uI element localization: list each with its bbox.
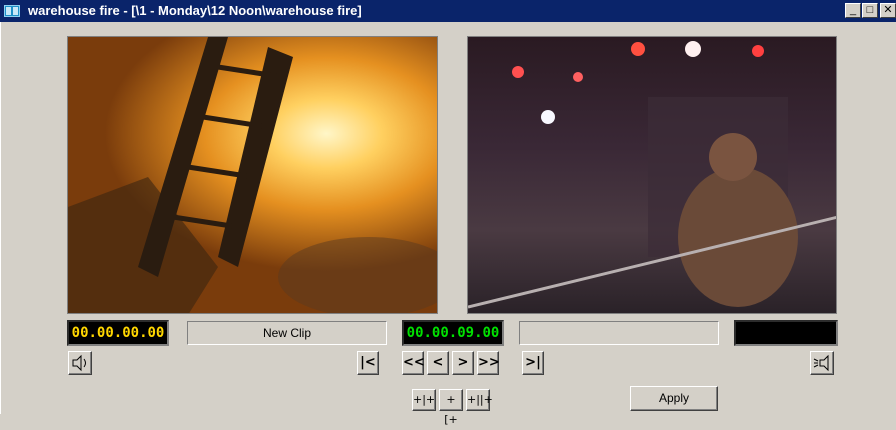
minimize-button[interactable]: _ xyxy=(845,3,861,18)
window-app-icon xyxy=(4,5,20,17)
fast-forward-button[interactable]: >> xyxy=(477,351,500,375)
splice-left-button[interactable]: +|+ xyxy=(412,389,436,411)
output-speaker-icon xyxy=(813,354,829,372)
output-button[interactable] xyxy=(810,351,834,375)
audio-button[interactable] xyxy=(68,351,92,375)
record-video-viewer[interactable] xyxy=(467,36,837,314)
window-title: warehouse fire - [\1 - Monday\12 Noon\wa… xyxy=(28,3,362,18)
close-button[interactable]: ✕ xyxy=(880,3,896,18)
title-bar[interactable]: warehouse fire - [\1 - Monday\12 Noon\wa… xyxy=(0,0,896,22)
clip-name-field[interactable]: New Clip xyxy=(187,321,387,345)
record-duration-display xyxy=(734,320,838,346)
source-timecode: 00.00.00.00 xyxy=(67,320,169,346)
source-video-viewer[interactable] xyxy=(67,36,438,314)
record-frame-image xyxy=(468,41,836,309)
splice-center-button[interactable]: +[+ xyxy=(439,389,463,426)
speaker-icon xyxy=(72,354,86,372)
record-clip-name-field[interactable] xyxy=(519,321,719,345)
go-to-in-button[interactable]: |< xyxy=(357,351,379,375)
record-timecode: 00.00.09.00 xyxy=(402,320,504,346)
source-frame-image xyxy=(68,37,437,313)
splice-right-button[interactable]: +||+ xyxy=(466,389,493,411)
go-to-out-button[interactable]: >| xyxy=(522,351,544,375)
maximize-button[interactable]: □ xyxy=(862,3,878,18)
step-forward-button[interactable]: > xyxy=(452,351,474,375)
rewind-button[interactable]: << xyxy=(402,351,425,375)
apply-button[interactable]: Apply xyxy=(630,386,718,411)
step-back-button[interactable]: < xyxy=(427,351,449,375)
